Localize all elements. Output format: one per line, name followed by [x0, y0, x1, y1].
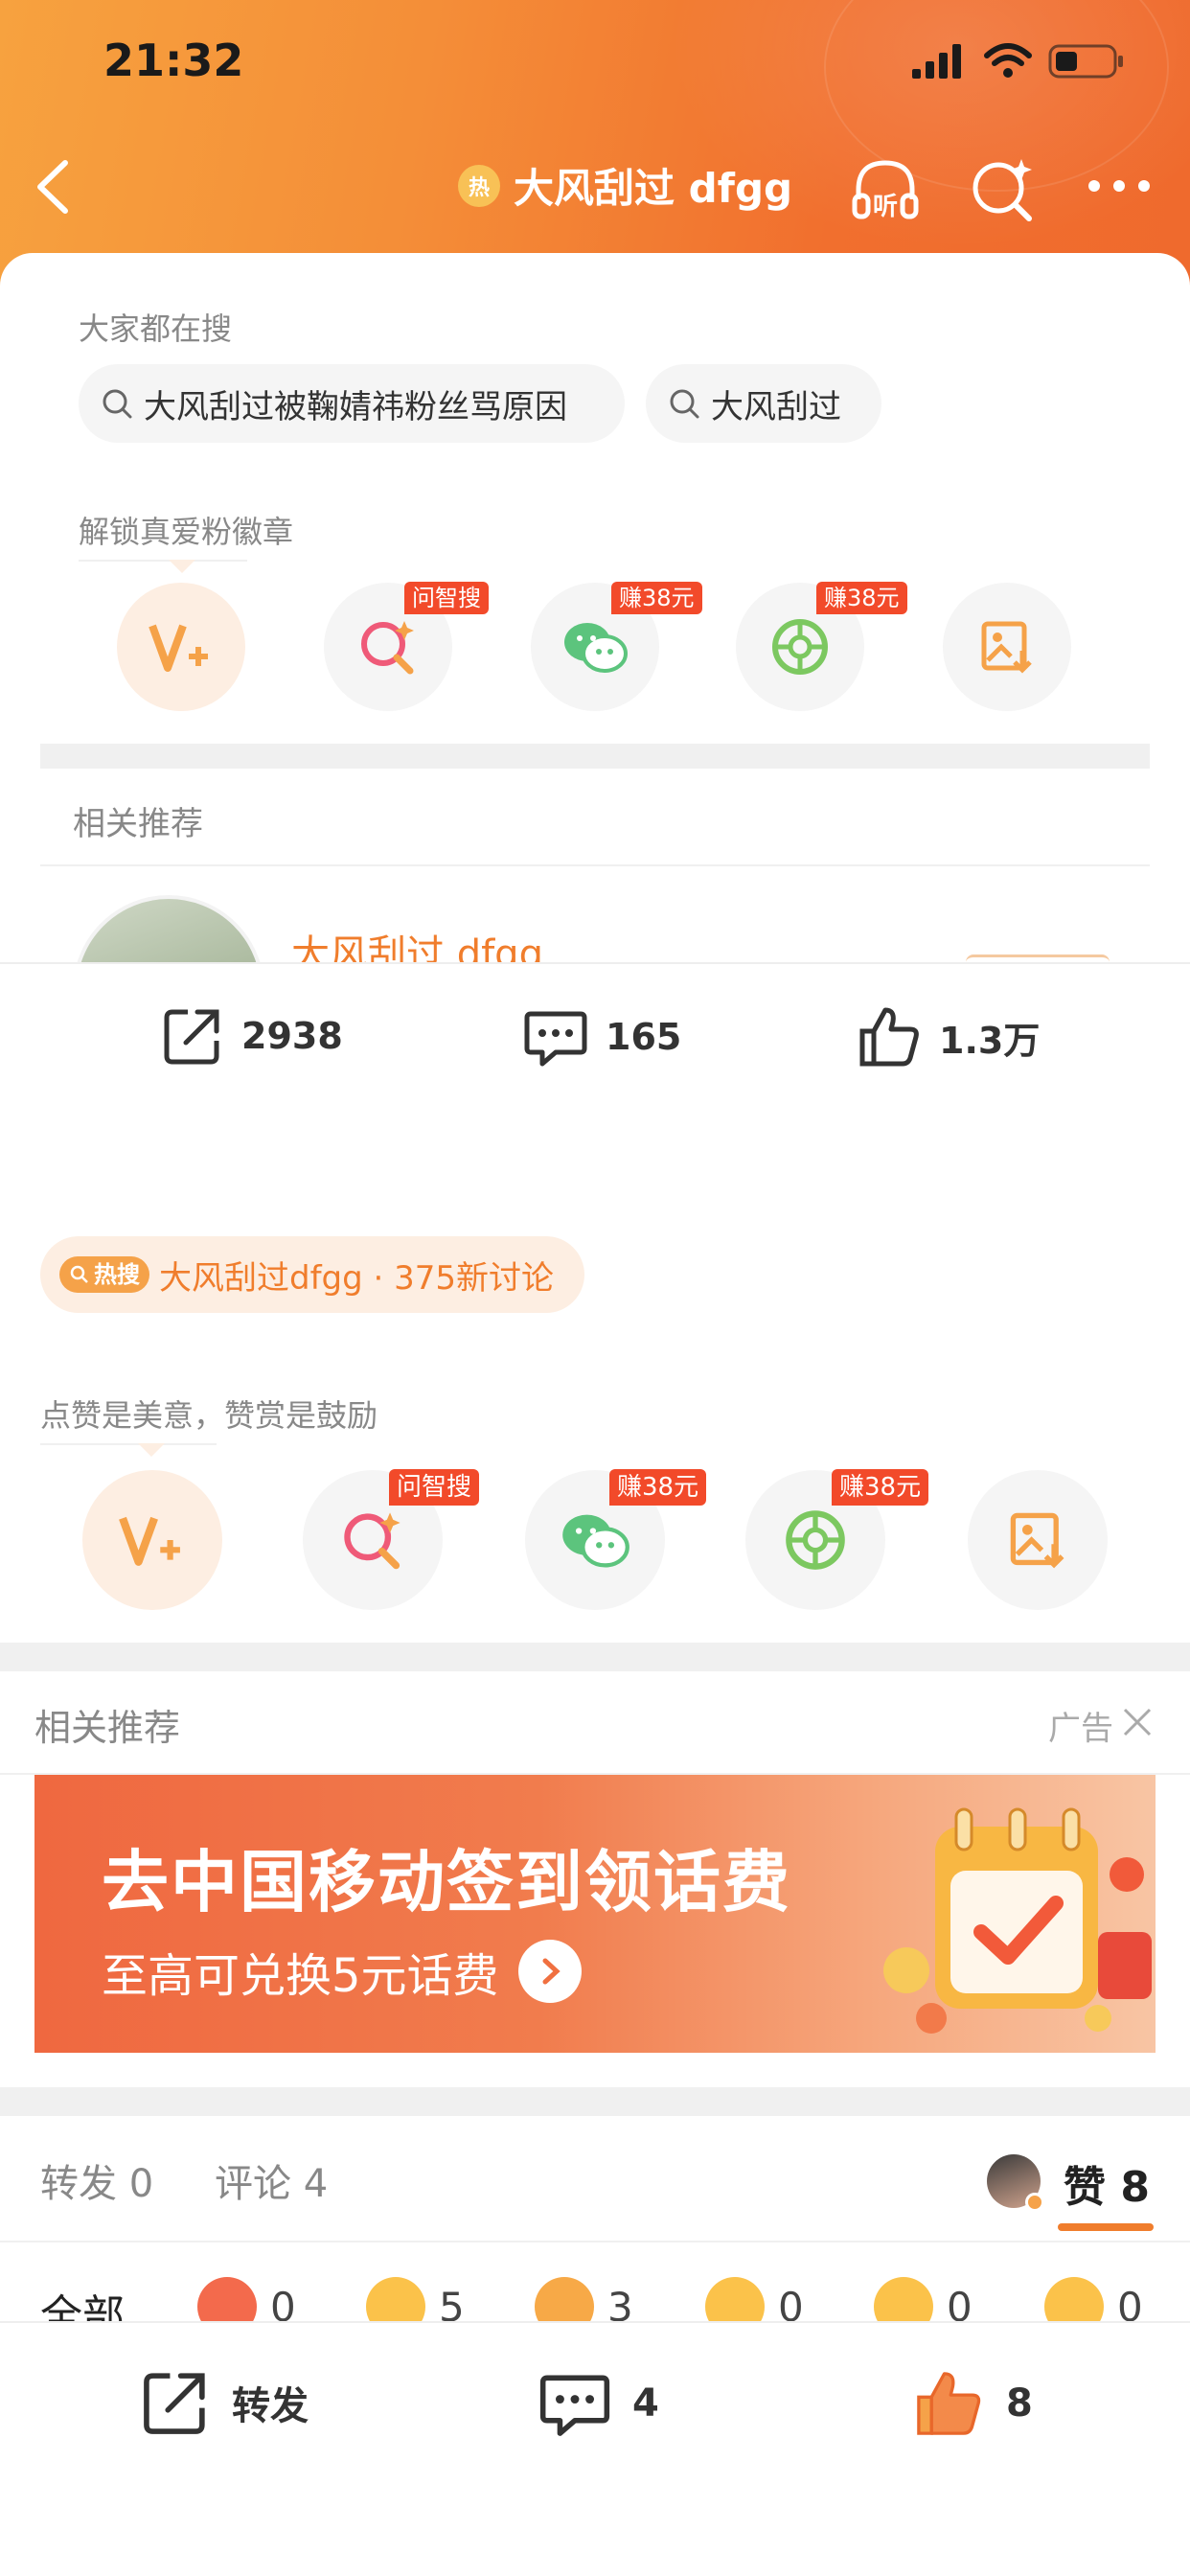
- reaction-cry[interactable]: 0: [1044, 2277, 1143, 2321]
- battery-icon: [1048, 44, 1123, 79]
- ai-search-icon: [344, 1512, 400, 1570]
- surprised-icon: [874, 2277, 933, 2321]
- bottom-like-count: 8: [1006, 2381, 1033, 2426]
- search-pill-text: 大风刮过: [711, 387, 841, 426]
- tab-like-underline: [1058, 2223, 1154, 2231]
- reaction-filter-row: 全部 0 5 3 0 0 0: [0, 2242, 1190, 2321]
- headphones-icon[interactable]: 听: [847, 151, 924, 228]
- hot-search-tag: 热搜: [59, 1256, 149, 1293]
- back-icon[interactable]: [29, 153, 77, 220]
- tab-comment[interactable]: 评论 4: [215, 2152, 328, 2208]
- hot-topic-text: 大风刮过dfgg · 375新讨论: [159, 1258, 555, 1298]
- calendar-check-icon: [883, 1807, 1152, 2034]
- reward-icon: [197, 2277, 257, 2321]
- comment-stat[interactable]: 165: [521, 1002, 681, 1071]
- like-stat[interactable]: 1.3万: [855, 1002, 1040, 1071]
- reaction-thumbs[interactable]: 3: [535, 2277, 633, 2321]
- search-icon: [70, 1265, 88, 1283]
- like-count: 1.3万: [939, 1019, 1041, 1062]
- save-image-icon: [981, 621, 1032, 674]
- search-section-label: 大家都在搜: [79, 310, 233, 347]
- save-image-button[interactable]: [943, 583, 1071, 711]
- hot-topic-chip[interactable]: 热搜 大风刮过dfgg · 375新讨论: [40, 1236, 585, 1313]
- search-pill-2[interactable]: 大风刮过: [646, 364, 881, 443]
- status-icons: [910, 42, 1125, 80]
- bottom-action-bar: [0, 2321, 1190, 2576]
- ad-label: 广告: [1048, 1710, 1113, 1748]
- comment-count: 165: [606, 1016, 682, 1058]
- top-header: 21:32 热 大风刮过 dfgg 听: [0, 0, 1190, 288]
- thumbs-up-icon: [859, 1007, 919, 1067]
- reaction-reward[interactable]: 0: [197, 2277, 296, 2321]
- wechat-tag: 赚38元: [609, 1469, 707, 1506]
- wifi-icon: [984, 43, 1032, 78]
- reaction-all[interactable]: 全部: [40, 2281, 125, 2321]
- search-icon: [103, 389, 132, 419]
- page-title-text: 大风刮过 dfgg: [514, 165, 793, 212]
- search-pill-1[interactable]: 大风刮过被鞠婧祎粉丝骂原因: [79, 364, 625, 443]
- repost-icon: [164, 1009, 219, 1065]
- page-title: 热 大风刮过 dfgg: [458, 156, 792, 215]
- smart-search-icon[interactable]: [964, 151, 1041, 228]
- ai-search-icon: [361, 621, 414, 675]
- status-time: 21:32: [103, 34, 244, 86]
- laugh-icon: [705, 2277, 765, 2321]
- moments-tag: 赚38元: [832, 1469, 929, 1506]
- reward-section-label: 点赞是美意，赞赏是鼓励: [40, 1397, 378, 1434]
- follow-button-partial[interactable]: [966, 954, 1110, 962]
- moments-icon: [786, 1510, 845, 1570]
- close-icon[interactable]: [1121, 1706, 1154, 1738]
- thumbs-up-face-icon: [535, 2277, 594, 2321]
- repost-icon: [144, 2373, 205, 2434]
- thumbs-up-icon: [917, 2372, 981, 2435]
- ai-search-tag: 问智搜: [389, 1469, 480, 1506]
- wechat-tag: 赚38元: [611, 582, 702, 614]
- bottom-repost-button[interactable]: 转发: [138, 2365, 309, 2440]
- related-top-label: 相关推荐: [73, 805, 203, 843]
- bottom-repost-label: 转发: [232, 2384, 309, 2428]
- save-image-button[interactable]: [968, 1470, 1108, 1610]
- reaction-laugh[interactable]: 0: [705, 2277, 804, 2321]
- save-image-icon: [1010, 1512, 1064, 1569]
- comment-icon: [524, 1011, 587, 1067]
- bottom-like-button[interactable]: 8: [910, 2365, 1033, 2442]
- ad-banner-title: 去中国移动签到领话费: [102, 1843, 791, 1921]
- listen-label: 听: [873, 193, 898, 221]
- ad-banner-subtitle: 至高可兑换5元话费: [102, 1938, 582, 2005]
- reaction-surprised[interactable]: 0: [874, 2277, 973, 2321]
- related-ad-label: 相关推荐: [34, 1707, 181, 1749]
- v-plus-button[interactable]: [117, 583, 245, 711]
- related-user-avatar[interactable]: [73, 895, 264, 962]
- repost-count: 2938: [241, 1015, 343, 1057]
- search-icon: [670, 389, 699, 419]
- heart-face-icon: [366, 2277, 425, 2321]
- comment-icon: [539, 2375, 610, 2436]
- chevron-right-icon: [517, 1940, 582, 2003]
- bottom-comment-button[interactable]: 4: [537, 2365, 659, 2442]
- ai-search-tag: 问智搜: [404, 582, 489, 614]
- unlock-section-label: 解锁真爱粉徽章: [79, 514, 294, 550]
- cry-icon: [1044, 2277, 1104, 2321]
- tab-repost[interactable]: 转发 0: [40, 2152, 153, 2208]
- moments-tag: 赚38元: [816, 582, 907, 614]
- liker-avatar: [987, 2154, 1044, 2212]
- reaction-heart[interactable]: 5: [366, 2277, 465, 2321]
- repost-stat[interactable]: 2938: [159, 1002, 343, 1070]
- signal-icon: [912, 44, 961, 79]
- wechat-icon: [562, 1514, 629, 1568]
- v-plus-icon: [119, 1516, 180, 1566]
- v-plus-icon: [149, 624, 208, 672]
- more-icon[interactable]: [1081, 151, 1157, 228]
- hot-badge: 热: [458, 164, 500, 207]
- wechat-icon: [564, 623, 628, 673]
- related-user-name[interactable]: 大风刮过 dfgg: [291, 930, 543, 962]
- ad-banner[interactable]: 去中国移动签到领话费 至高可兑换5元话费: [34, 1775, 1156, 2053]
- search-pill-text: 大风刮过被鞠婧祎粉丝骂原因: [144, 387, 567, 426]
- moments-icon: [772, 619, 828, 675]
- bottom-comment-count: 4: [632, 2381, 659, 2426]
- v-plus-button[interactable]: [82, 1470, 222, 1610]
- tab-like[interactable]: 赞 8: [1064, 2152, 1150, 2214]
